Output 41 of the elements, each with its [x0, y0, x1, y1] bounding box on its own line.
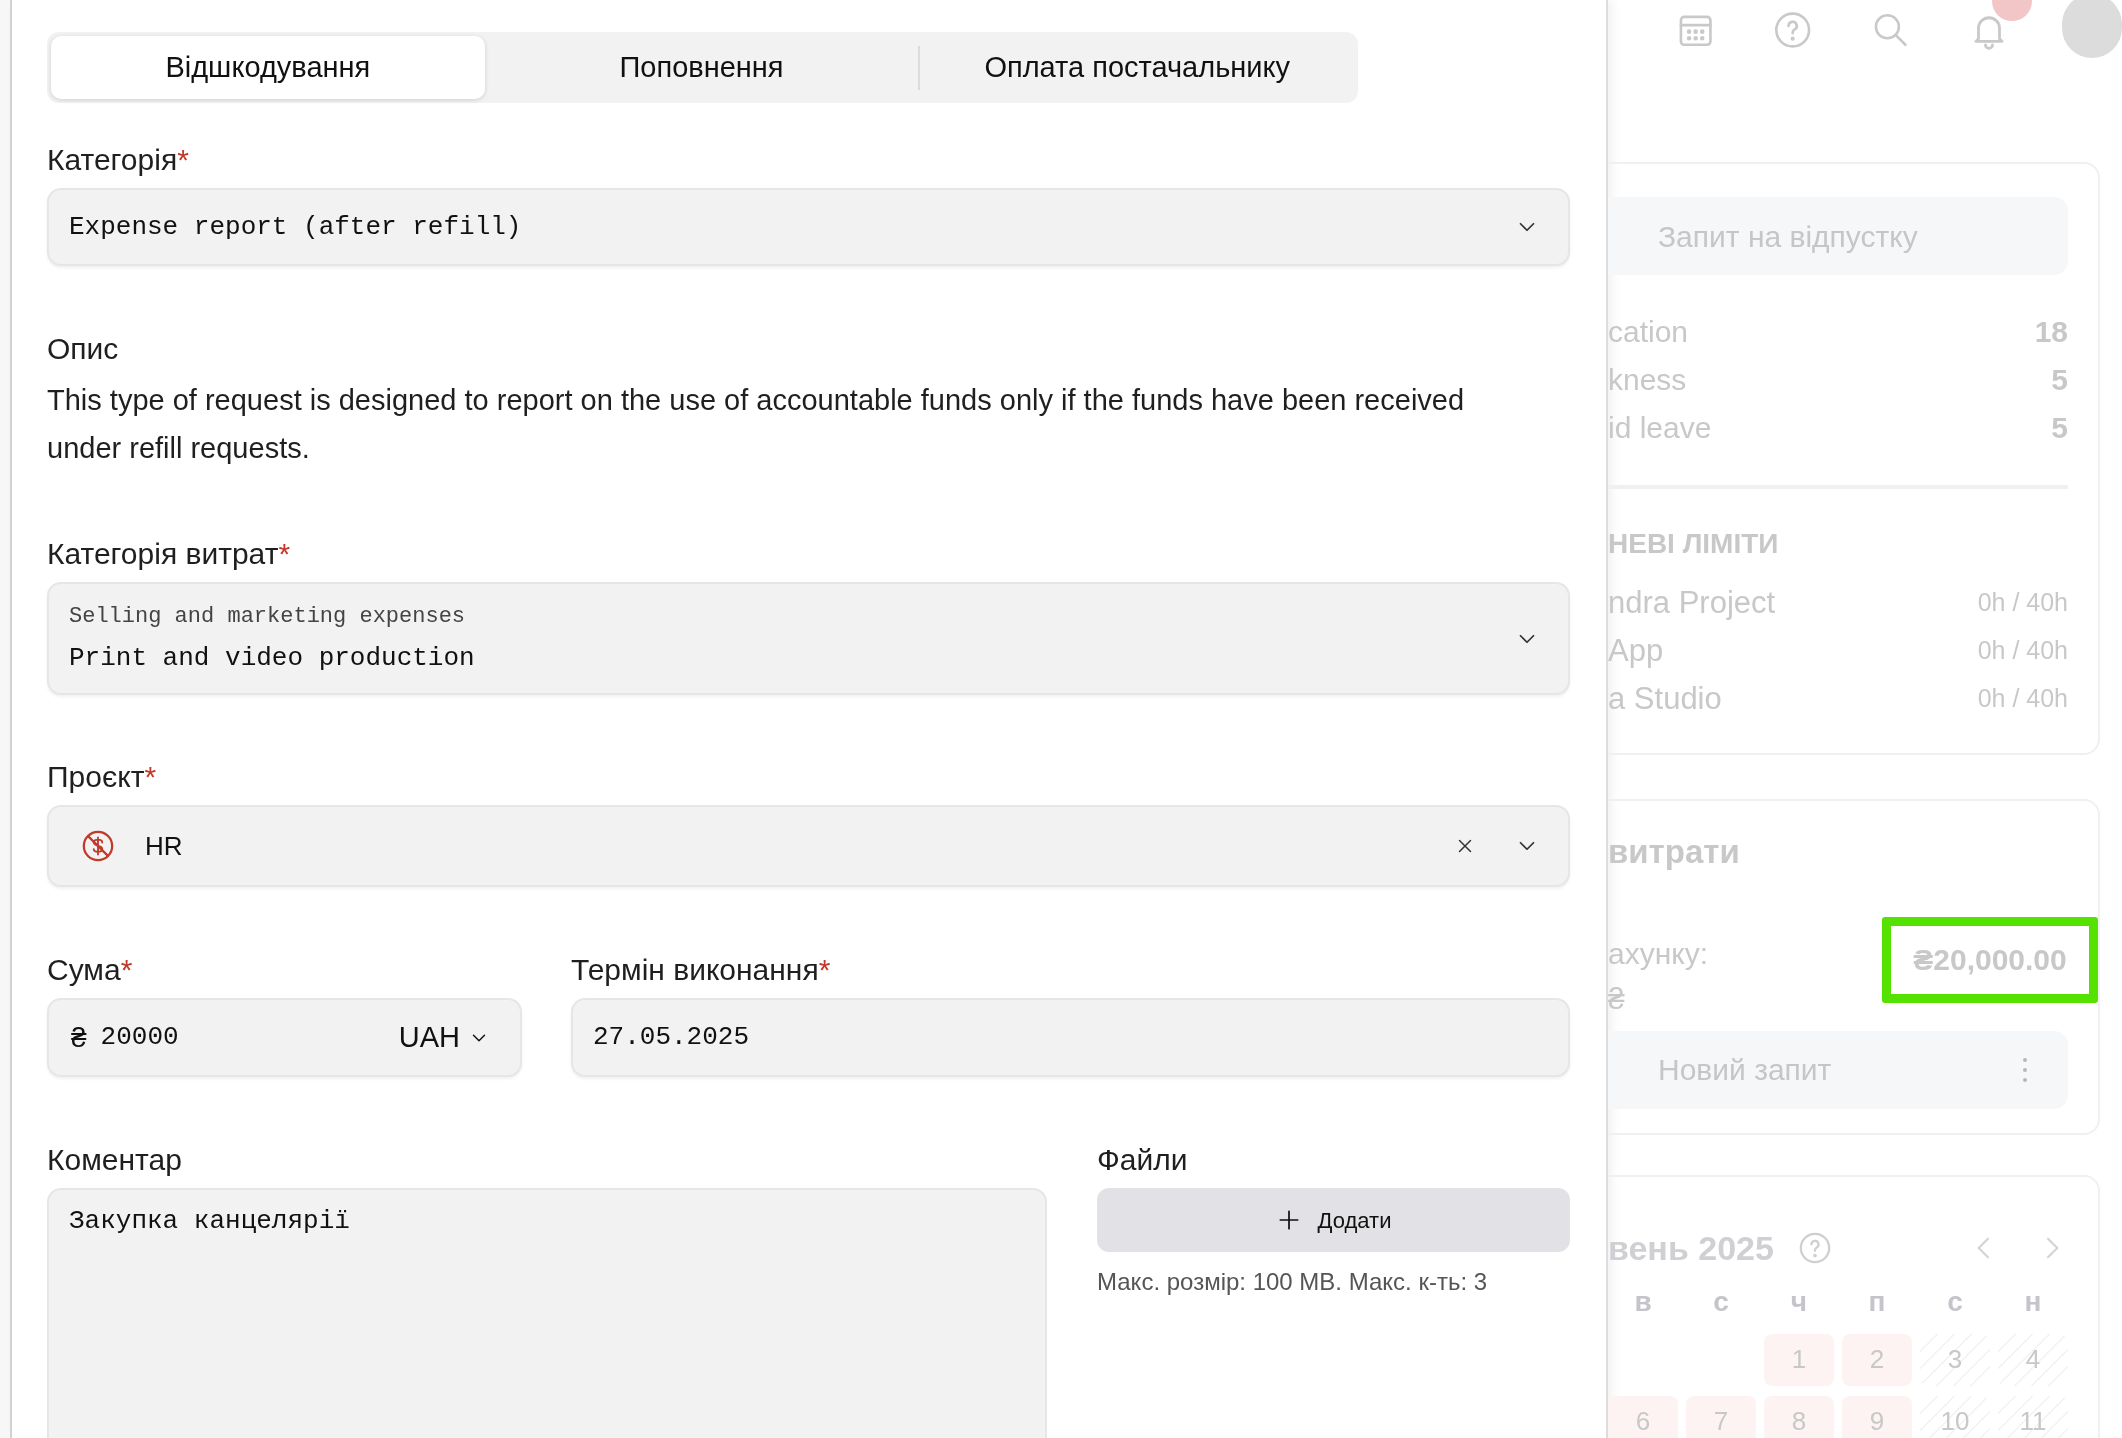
- currency-symbol: ₴: [71, 1020, 87, 1055]
- add-file-button[interactable]: Додати: [1097, 1188, 1570, 1252]
- required-mark: *: [144, 759, 157, 795]
- weekday-label: с: [1712, 1284, 1730, 1319]
- tab[interactable]: Поповнення: [484, 36, 919, 99]
- description-text: This type of request is designed to report on the use of accountable funds only if the funds have been received under refill requests.: [47, 383, 1466, 466]
- help-icon: [1797, 1231, 1832, 1265]
- field-label: Сума: [47, 952, 121, 988]
- field-label: Опис: [47, 331, 119, 367]
- weekday-label: с: [1946, 1284, 1964, 1319]
- field-label: Термін виконання: [571, 952, 819, 988]
- file-limit-hint: Макс. розмір: 100 MB. Макс. к-ть: 3: [1097, 1267, 1489, 1297]
- avatar[interactable]: [2062, 0, 2122, 58]
- required-mark: *: [278, 536, 291, 572]
- date-field[interactable]: 27.05.2025: [571, 998, 1570, 1077]
- required-mark: *: [177, 142, 189, 178]
- required-mark: *: [818, 952, 831, 988]
- tab[interactable]: Відшкодування: [51, 36, 485, 99]
- category-select[interactable]: Expense report (after refill): [47, 188, 1570, 266]
- expense-category-select[interactable]: Selling and marketing expenses Print and video production: [47, 582, 1570, 695]
- selected-option: Print and video production: [69, 638, 475, 678]
- currency-dropdown[interactable]: UAH: [398, 1015, 490, 1060]
- weekday-label: в: [1633, 1284, 1653, 1319]
- field-label: Файли: [1097, 1142, 1188, 1178]
- weekday-label: ч: [1789, 1284, 1809, 1319]
- currency-symbol: ₴: [1608, 980, 1626, 1017]
- option-group-label: Selling and marketing expenses: [69, 602, 467, 631]
- field-label: Коментар: [47, 1142, 182, 1178]
- help-icon: [1773, 9, 1813, 51]
- required-mark: *: [120, 952, 133, 988]
- comment-textarea[interactable]: Закупка канцелярії: [47, 1188, 1047, 1438]
- weekday-label: п: [1867, 1284, 1887, 1319]
- project-select[interactable]: HR: [47, 805, 1570, 887]
- field-label: Категорія: [47, 142, 178, 178]
- field-label: Категорія витрат: [47, 536, 279, 572]
- amount-field[interactable]: ₴ 20000 UAH: [47, 998, 522, 1077]
- tab[interactable]: Оплата постачальнику: [920, 36, 1354, 99]
- field-label: Проєкт: [47, 759, 145, 795]
- more-icon: [2022, 1056, 2028, 1083]
- weekday-label: н: [2023, 1284, 2043, 1319]
- crossed-dollar-icon: [81, 829, 115, 863]
